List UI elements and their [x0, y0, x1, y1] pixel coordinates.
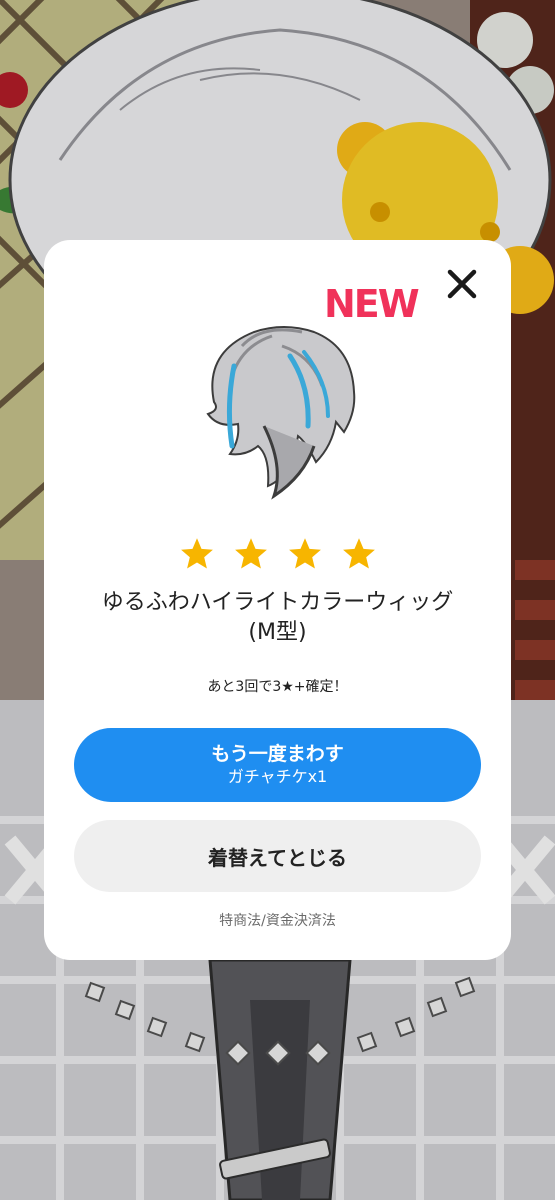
gacha-result-dialog: NEW ゆるふわハイライトカラーウィッグ (M型) あと3回で3★+確定！ もう…	[44, 240, 511, 960]
guarantee-text: あと3回で3★+確定！	[207, 679, 348, 695]
star-icon	[288, 538, 321, 569]
close-icon	[447, 269, 477, 299]
change-and-close-button[interactable]: 着替えてとじる	[74, 820, 481, 892]
item-name: ゆるふわハイライトカラーウィッグ (M型)	[64, 588, 491, 648]
item-name-line2: (M型)	[248, 620, 307, 645]
wig-item-image	[206, 326, 356, 500]
star-icon	[180, 538, 213, 569]
star-icon	[234, 538, 267, 569]
star-icon	[342, 538, 375, 569]
legal-notice-link[interactable]: 特商法/資金決済法	[44, 910, 511, 930]
spin-again-cost: ガチャチケx1	[227, 767, 328, 786]
spin-again-label: もう一度まわす	[211, 743, 344, 765]
item-name-line1: ゆるふわハイライトカラーウィッグ	[101, 590, 454, 615]
rarity-stars	[44, 536, 511, 572]
close-button[interactable]	[442, 264, 482, 304]
spin-again-button[interactable]: もう一度まわす ガチャチケx1	[74, 728, 481, 802]
